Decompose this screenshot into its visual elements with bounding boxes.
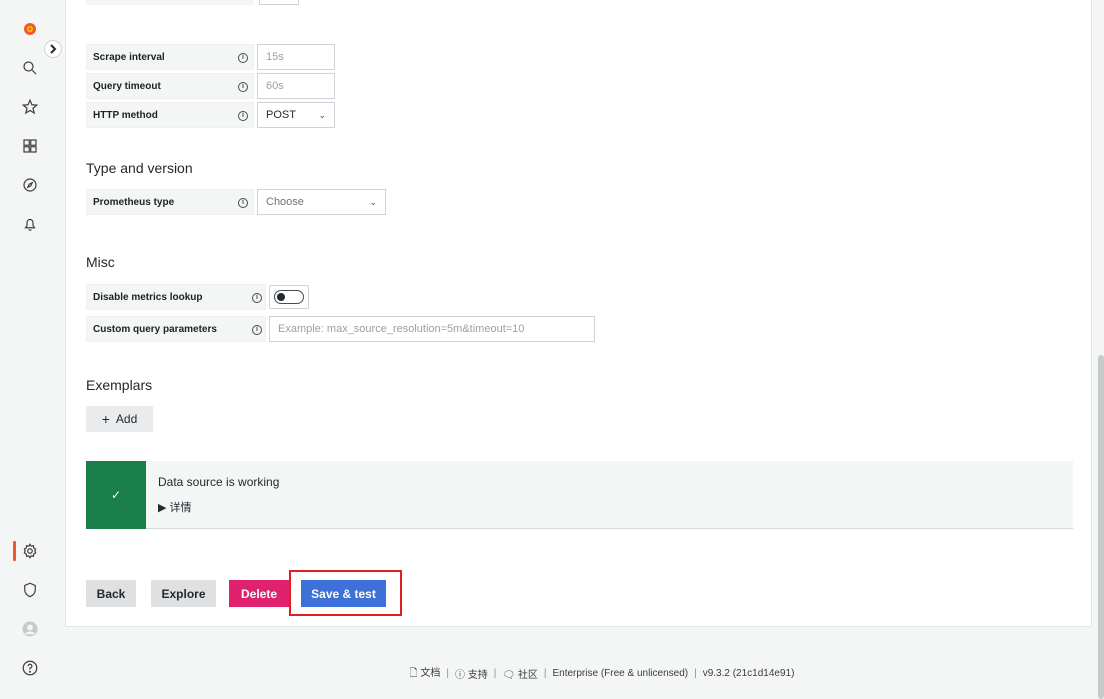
exemplars-heading: Exemplars bbox=[86, 377, 153, 393]
version-text: v9.3.2 (21c1d14e91) bbox=[702, 668, 795, 679]
configuration-gear-icon[interactable] bbox=[19, 540, 41, 562]
http-method-row: HTTP method i POST ⌄ bbox=[86, 102, 335, 128]
grafana-logo-icon[interactable] bbox=[19, 18, 41, 40]
shield-icon[interactable] bbox=[19, 579, 41, 601]
info-icon[interactable]: i bbox=[238, 111, 248, 121]
http-method-label: HTTP method i bbox=[86, 102, 254, 128]
alert-details-toggle[interactable]: ▶ 详情 bbox=[158, 499, 279, 515]
alerting-icon[interactable] bbox=[19, 213, 41, 235]
query-timeout-row: Query timeout i 60s bbox=[86, 73, 335, 99]
explore-button[interactable]: Explore bbox=[151, 580, 216, 607]
prometheus-type-label: Prometheus type i bbox=[86, 189, 254, 215]
expand-chevron-icon[interactable] bbox=[44, 40, 62, 58]
scrape-interval-label: Scrape interval i bbox=[86, 44, 254, 70]
check-icon: ✓ bbox=[86, 461, 146, 529]
custom-query-params-label: Custom query parameters i bbox=[86, 316, 266, 342]
custom-query-params-row: Custom query parameters i Example: max_s… bbox=[86, 316, 595, 342]
community-link[interactable]: 🗨 社区 bbox=[502, 666, 537, 681]
support-link[interactable]: ⓘ 支持 bbox=[455, 666, 488, 681]
cut-off-input[interactable] bbox=[259, 0, 299, 5]
http-method-select[interactable]: POST ⌄ bbox=[257, 102, 335, 128]
side-nav bbox=[0, 0, 62, 699]
star-icon[interactable] bbox=[19, 96, 41, 118]
chevron-down-icon: ⌄ bbox=[318, 109, 326, 120]
misc-heading: Misc bbox=[86, 254, 115, 270]
alert-title: Data source is working bbox=[158, 475, 280, 489]
type-version-heading: Type and version bbox=[86, 160, 193, 176]
add-exemplar-button[interactable]: + Add bbox=[86, 406, 153, 432]
user-avatar-icon[interactable] bbox=[19, 618, 41, 640]
plus-icon: + bbox=[101, 411, 110, 427]
scrollbar[interactable] bbox=[1098, 355, 1104, 699]
info-icon[interactable]: i bbox=[252, 293, 262, 303]
explore-icon[interactable] bbox=[19, 174, 41, 196]
prometheus-type-select[interactable]: Choose ⌄ bbox=[257, 189, 386, 215]
info-icon[interactable]: i bbox=[238, 198, 248, 208]
query-timeout-label: Query timeout i bbox=[86, 73, 254, 99]
chevron-down-icon: ⌄ bbox=[369, 196, 377, 207]
scrape-interval-row: Scrape interval i 15s bbox=[86, 44, 335, 70]
switch-knob bbox=[277, 293, 285, 301]
delete-button[interactable]: Delete bbox=[229, 580, 289, 607]
disable-metrics-lookup-switch[interactable] bbox=[274, 290, 304, 304]
footer: 🗋 文档 | ⓘ 支持 | 🗨 社区 | Enterprise (Free & … bbox=[0, 664, 1104, 683]
back-button[interactable]: Back bbox=[86, 580, 136, 607]
highlight-box bbox=[289, 570, 402, 616]
scrape-interval-input[interactable]: 15s bbox=[257, 44, 335, 70]
prometheus-type-row: Prometheus type i Choose ⌄ bbox=[86, 189, 386, 215]
active-indicator bbox=[13, 541, 16, 561]
search-icon[interactable] bbox=[19, 57, 41, 79]
disable-metrics-lookup-row: Disable metrics lookup i bbox=[86, 284, 309, 310]
query-timeout-input[interactable]: 60s bbox=[257, 73, 335, 99]
info-icon[interactable]: i bbox=[238, 53, 248, 63]
disable-metrics-lookup-label: Disable metrics lookup i bbox=[86, 284, 266, 310]
dashboards-icon[interactable] bbox=[19, 135, 41, 157]
info-icon[interactable]: i bbox=[252, 325, 262, 335]
custom-query-params-input[interactable]: Example: max_source_resolution=5m&timeou… bbox=[269, 316, 595, 342]
disable-metrics-lookup-toggle-wrap bbox=[269, 285, 309, 309]
info-icon[interactable]: i bbox=[238, 82, 248, 92]
datasource-settings-panel: Scrape interval i 15s Query timeout i 60… bbox=[65, 0, 1092, 627]
success-alert: ✓ Data source is working ▶ 详情 bbox=[86, 461, 1073, 529]
cut-off-label bbox=[86, 0, 254, 5]
edition-link[interactable]: Enterprise (Free & unlicensed) bbox=[552, 668, 688, 679]
docs-link[interactable]: 🗋 文档 bbox=[410, 664, 441, 683]
